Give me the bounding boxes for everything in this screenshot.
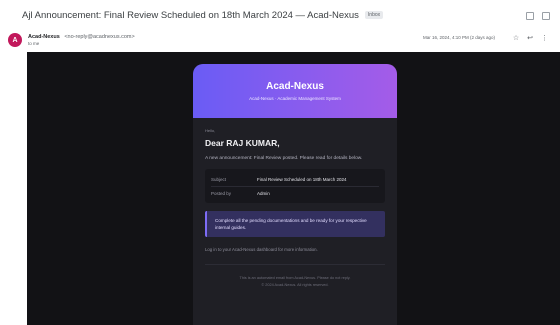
brand-title: Acad-Nexus — [266, 81, 324, 92]
header-icons — [526, 12, 550, 20]
more-options-icon[interactable]: ⋮ — [541, 35, 548, 42]
salutation-label: Hello, — [205, 128, 216, 133]
announcement-card: Acad-Nexus Acad-Nexus · Academic Managem… — [193, 64, 397, 325]
details-table: Subject Final Review Scheduled on 18th M… — [205, 169, 385, 203]
footer-line: © 2024 Acad-Nexus. All rights reserved. — [261, 283, 329, 287]
intro-text: A new announcement: Final Review posted.… — [205, 156, 363, 161]
email-body-background: Acad-Nexus Acad-Nexus · Academic Managem… — [27, 52, 560, 325]
open-in-new-window-icon[interactable] — [542, 12, 550, 20]
detail-row-subject: Subject Final Review Scheduled on 18th M… — [211, 173, 379, 186]
reply-icon[interactable]: ↩ — [527, 35, 533, 42]
recipient-line[interactable]: to me — [28, 41, 39, 46]
detail-key: Posted by — [211, 190, 232, 196]
sender-avatar[interactable]: A — [8, 33, 22, 47]
detail-value: Final Review Scheduled on 18th March 202… — [257, 177, 347, 182]
greeting: Dear RAJ KUMAR, — [205, 138, 280, 148]
brand-subtitle: Acad-Nexus · Academic Management System — [249, 96, 341, 101]
star-icon[interactable]: ☆ — [513, 35, 519, 42]
callout-text: Complete all the pending documentations … — [215, 218, 367, 230]
dashboard-note: Log in to your Acad-Nexus dashboard for … — [205, 247, 318, 252]
detail-key: Subject — [211, 177, 227, 182]
sender-email: <no-reply@acadnexus.com> — [64, 34, 135, 40]
sender-name: Acad-Nexus <no-reply@acadnexus.com> — [28, 34, 135, 40]
sender-row: A Acad-Nexus <no-reply@acadnexus.com> to… — [0, 30, 560, 52]
card-body: Hello, Dear RAJ KUMAR, A new announcemen… — [193, 118, 397, 289]
message-actions: ☆ ↩ ⋮ — [513, 35, 548, 42]
email-date: Mar 16, 2024, 4:10 PM (2 days ago) — [422, 35, 495, 40]
email-subject: Ajl Announcement: Final Review Scheduled… — [22, 9, 359, 21]
inbox-label-chip[interactable]: Inbox — [364, 11, 384, 19]
footer-line: This is an automated email from Acad-Nex… — [239, 276, 351, 280]
detail-row-posted-by: Posted by Admin — [211, 186, 379, 199]
card-footer: This is an automated email from Acad-Nex… — [205, 264, 385, 289]
sender-name-text: Acad-Nexus — [28, 34, 60, 40]
email-subject-bar: Ajl Announcement: Final Review Scheduled… — [0, 0, 560, 30]
print-icon[interactable] — [526, 12, 534, 20]
detail-value: Admin — [257, 190, 270, 196]
highlight-callout: Complete all the pending documentations … — [205, 211, 385, 237]
card-header: Acad-Nexus Acad-Nexus · Academic Managem… — [193, 64, 397, 118]
